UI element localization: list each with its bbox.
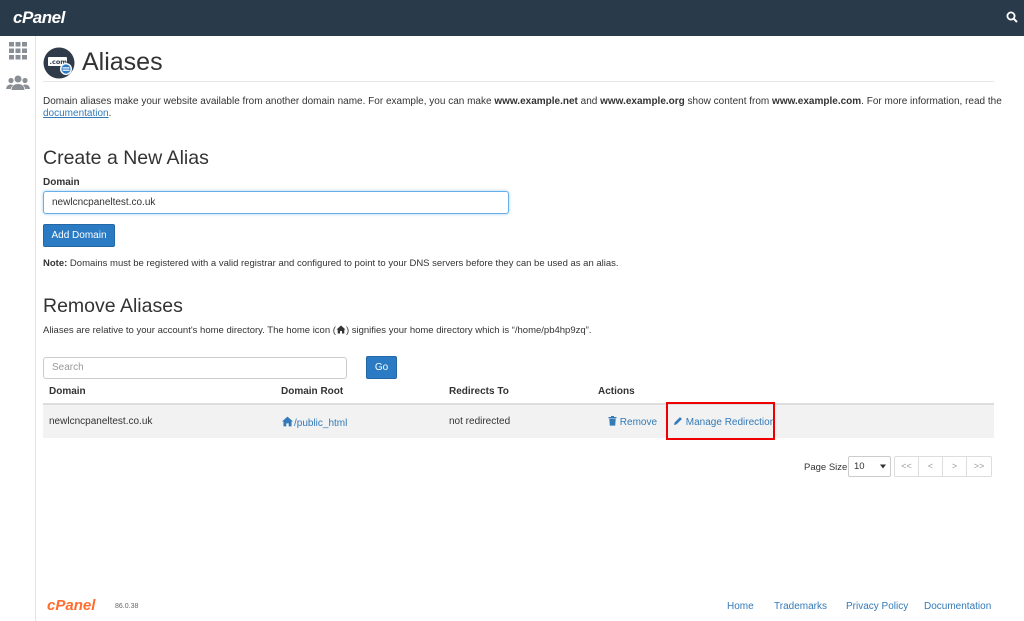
remove-alias-button[interactable]: Remove (608, 416, 657, 428)
prev-page-button[interactable]: < (919, 457, 943, 476)
footer-link-documentation[interactable]: Documentation (924, 601, 991, 612)
footer-link-home[interactable]: Home (727, 601, 754, 612)
footer-link-trademarks[interactable]: Trademarks (774, 601, 827, 612)
alias-search-input[interactable]: Search (43, 357, 347, 379)
trash-icon (608, 416, 617, 426)
main-content: .com Aliases Domain aliases make your we… (43, 36, 1002, 621)
grid-icon[interactable] (8, 42, 28, 60)
row-redirects: not redirected (449, 416, 511, 427)
remove-aliases-description: Aliases are relative to your account's h… (43, 325, 592, 336)
cpanel-logo[interactable]: cPanel (13, 8, 65, 28)
home-icon (336, 325, 346, 334)
column-header-domain[interactable]: Domain (49, 386, 86, 397)
first-page-button[interactable]: << (895, 457, 919, 476)
page-title: Aliases (82, 48, 163, 76)
row-domain: newlcncpaneltest.co.uk (49, 416, 153, 427)
page-size-label: Page Size (804, 462, 848, 473)
note-text: Note: Domains must be registered with a … (43, 258, 619, 269)
left-nav (0, 36, 36, 621)
highlight-box (666, 402, 775, 440)
table-row (43, 405, 994, 438)
last-page-button[interactable]: >> (967, 457, 991, 476)
users-icon[interactable] (6, 74, 30, 92)
footer-version: 86.0.38 (115, 603, 139, 610)
remove-aliases-title: Remove Aliases (43, 295, 183, 317)
create-alias-title: Create a New Alias (43, 147, 209, 169)
row-domain-root-link[interactable]: /public_html (281, 416, 347, 429)
chevron-down-icon (880, 464, 886, 469)
footer-logo[interactable]: cPanel (47, 597, 95, 614)
add-domain-button[interactable]: Add Domain (43, 224, 115, 247)
page-size-select[interactable]: 10 (848, 456, 891, 477)
page-description: Domain aliases make your website availab… (43, 96, 1002, 119)
documentation-link[interactable]: documentation (43, 108, 109, 119)
domain-input[interactable]: newlcncpaneltest.co.uk (43, 191, 509, 214)
footer-link-privacy-policy[interactable]: Privacy Policy (846, 601, 908, 612)
page-header: .com Aliases (43, 44, 994, 82)
search-icon[interactable] (1006, 11, 1018, 23)
next-page-button[interactable]: > (943, 457, 967, 476)
top-bar: cPanel (0, 0, 1024, 36)
pagination-controls: << < > >> (894, 456, 992, 477)
aliases-icon: .com (43, 47, 75, 79)
column-header-actions: Actions (598, 386, 635, 397)
column-header-domain-root[interactable]: Domain Root (281, 386, 343, 397)
home-icon (282, 416, 293, 427)
go-button[interactable]: Go (366, 356, 397, 379)
domain-label: Domain (43, 177, 80, 188)
column-header-redirects-to[interactable]: Redirects To (449, 386, 509, 397)
